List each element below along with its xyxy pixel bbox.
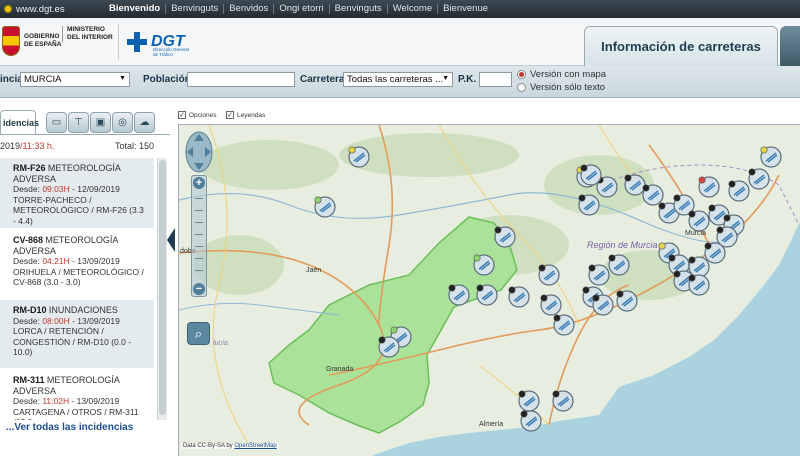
road-label: Carretera (300, 74, 345, 85)
incident-list-scrollbar[interactable] (157, 158, 167, 420)
chevron-down-icon: ▼ (442, 75, 449, 82)
dgt-subtitle: Dirección General de Tráfico (153, 47, 190, 57)
lang-eu[interactable]: Ongi etorri (273, 4, 328, 14)
checkbox-checked-icon: ✓ (178, 111, 186, 119)
incident-marker-icon[interactable] (688, 210, 710, 232)
ministry-logo: MINISTERIO DEL INTERIOR (62, 26, 113, 42)
map-attribution: Data CC-By-SA by OpenStreetMap (181, 443, 279, 449)
incident-marker-icon[interactable] (580, 164, 602, 186)
radio-text-version[interactable]: Versión sólo texto (517, 82, 605, 93)
see-all-incidents-link[interactable]: ...Ver todas las incidencias (6, 422, 133, 433)
weather-icon[interactable]: ☁ (134, 112, 155, 133)
tab-next[interactable] (780, 26, 800, 66)
pk-label: P.K. (458, 74, 477, 85)
camera-icon[interactable]: ▭ (46, 112, 67, 133)
incident-marker-icon[interactable] (348, 146, 370, 168)
panel-icon[interactable]: ▣ (90, 112, 111, 133)
radio-unselected-icon (517, 83, 526, 92)
incident-marker-icon[interactable] (552, 390, 574, 412)
filter-bar: incia MURCIA ▼ Población Carretera Todas … (0, 66, 800, 98)
pk-input[interactable] (479, 72, 512, 87)
globe-icon (4, 5, 12, 13)
update-date: 2019/11:33 h. Total: 150 (0, 141, 154, 151)
zoom-in-icon[interactable]: + (193, 177, 205, 189)
site-url: www.dgt.es (16, 3, 65, 15)
lang-en[interactable]: Welcome (386, 4, 437, 14)
population-input[interactable] (187, 72, 295, 87)
incident-marker-icon[interactable] (476, 284, 498, 306)
city-label-jaen: Jaén (306, 267, 321, 274)
incident-marker-icon[interactable] (592, 294, 614, 316)
radio-icon[interactable]: ◎ (112, 112, 133, 133)
total-count: Total: 150 (114, 141, 154, 151)
incident-item[interactable]: RM-F26 METEOROLOGÍA ADVERSA Desde: 09:03… (0, 158, 154, 228)
chevron-down-icon: ▼ (119, 75, 126, 82)
incident-item[interactable]: RM-311 METEOROLOGÍA ADVERSA Desde: 11:02… (0, 370, 154, 420)
lang-gl[interactable]: Benvidos (223, 4, 273, 14)
incident-marker-icon[interactable] (508, 286, 530, 308)
zoom-selection-icon[interactable]: ⌕ (187, 322, 210, 345)
incident-marker-icon[interactable] (642, 184, 664, 206)
incident-marker-icon[interactable] (448, 284, 470, 306)
pan-control[interactable] (185, 131, 213, 173)
map-canvas[interactable]: Región de Murcia Murcia Jaén Granada Alm… (179, 125, 800, 456)
panel-tabs: idencias ▭ ⊤ ▣ ◎ ☁ (0, 110, 170, 134)
lang-es[interactable]: Bienvenido (104, 4, 165, 14)
panel-divider (0, 134, 170, 135)
province-select[interactable]: MURCIA ▼ (20, 72, 130, 87)
incident-marker-icon[interactable] (760, 146, 782, 168)
lang-ca[interactable]: Benvinguts (165, 4, 223, 14)
radio-map-version[interactable]: Versión con mapa (517, 69, 606, 80)
incident-marker-icon[interactable] (748, 168, 770, 190)
tab-road-information[interactable]: Información de carreteras (584, 26, 778, 66)
incident-marker-icon[interactable] (540, 294, 562, 316)
dgt-cross-icon (127, 32, 147, 52)
coat-of-arms-icon (2, 26, 20, 56)
sign-icon[interactable]: ⊤ (68, 112, 89, 133)
incident-marker-icon[interactable] (698, 176, 720, 198)
incident-marker-icon[interactable] (520, 410, 542, 432)
tab-incidents[interactable]: idencias (0, 110, 39, 134)
zoom-out-icon[interactable]: − (193, 283, 205, 295)
site-home-link[interactable]: www.dgt.es (0, 4, 104, 15)
incident-marker-icon[interactable] (538, 264, 560, 286)
incident-marker-icon[interactable] (378, 336, 400, 358)
region-label-andalucia: lucía (213, 340, 228, 347)
incident-marker-icon[interactable] (616, 290, 638, 312)
population-label: Población (143, 74, 191, 85)
incident-marker-icon[interactable] (578, 194, 600, 216)
incident-marker-icon[interactable] (314, 196, 336, 218)
lang-va[interactable]: Benvinguts (328, 4, 387, 14)
top-nav-bar: www.dgt.es Bienvenido Benvinguts Benvido… (0, 0, 800, 18)
city-label-murcia: Murcia (685, 230, 706, 237)
incident-marker-icon[interactable] (704, 242, 726, 264)
scrollbar-thumb[interactable] (159, 160, 166, 415)
openstreetmap-link[interactable]: OpenStreetMap (234, 443, 276, 449)
legends-checkbox[interactable]: ✓ Leyendas (226, 111, 265, 119)
incident-marker-icon[interactable] (494, 226, 516, 248)
checkbox-checked-icon: ✓ (226, 111, 234, 119)
region-label: Región de Murcia (587, 240, 658, 250)
incident-marker-icon[interactable] (518, 390, 540, 412)
incident-marker-icon[interactable] (473, 254, 495, 276)
incident-marker-icon[interactable] (728, 180, 750, 202)
incident-marker-icon[interactable] (624, 174, 646, 196)
city-label-almeria: Almería (479, 421, 503, 428)
incidents-panel: idencias ▭ ⊤ ▣ ◎ ☁ 2019/11:33 h. Total: … (0, 98, 170, 456)
traffic-map[interactable]: Región de Murcia Murcia Jaén Granada Alm… (178, 124, 800, 456)
lang-fr[interactable]: Bienvenue (437, 4, 493, 14)
incident-item[interactable]: CV-868 METEOROLOGÍA ADVERSA Desde: 04:21… (0, 230, 154, 298)
incident-item[interactable]: RM-D10 INUNDACIONES Desde: 08:00H - 13/0… (0, 300, 154, 368)
zoom-slider[interactable]: + − (191, 175, 207, 297)
options-checkbox[interactable]: ✓ Opciones (178, 111, 216, 119)
road-select[interactable]: Todas las carreteras ... ▼ (343, 72, 453, 87)
incident-marker-icon[interactable] (588, 264, 610, 286)
incident-marker-icon[interactable] (608, 254, 630, 276)
incident-list: RM-F26 METEOROLOGÍA ADVERSA Desde: 09:03… (0, 158, 154, 420)
city-label-granada: Granada (326, 366, 353, 373)
incident-marker-icon[interactable] (688, 274, 710, 296)
radio-selected-icon (517, 70, 526, 79)
incident-marker-icon[interactable] (553, 314, 575, 336)
